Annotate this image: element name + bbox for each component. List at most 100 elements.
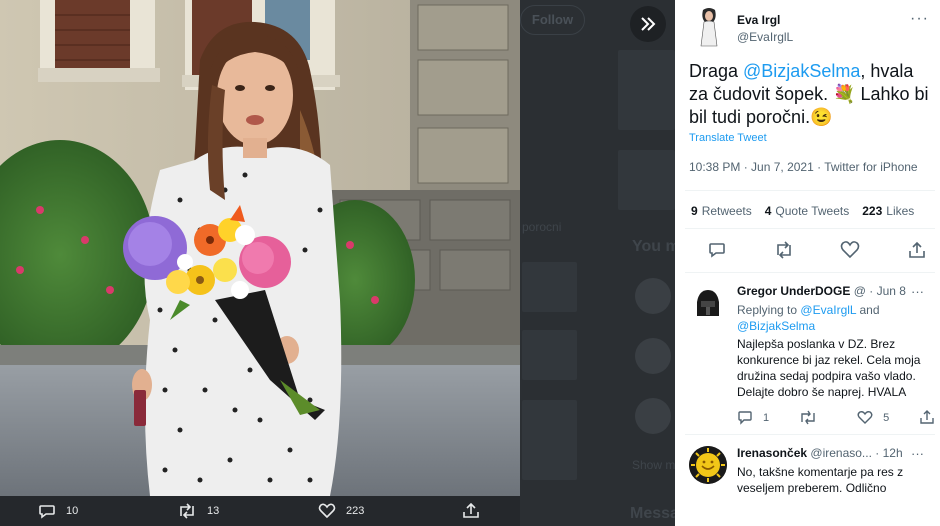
likes-count: 223 (862, 204, 883, 218)
reply-text: Najlepša poslanka v DZ. Brez konkurence … (737, 336, 927, 400)
quote-tweets-stat[interactable]: 4 Quote Tweets (765, 204, 850, 218)
heart-icon (857, 411, 873, 424)
share-icon[interactable] (907, 240, 927, 260)
reply-header: Gregor UnderDOGE @ · Jun 8 (737, 284, 906, 298)
reply-avatar-illustration (689, 446, 727, 484)
retweet-icon[interactable] (774, 240, 794, 260)
background-avatar (635, 338, 671, 374)
more-options-icon[interactable]: ··· (910, 10, 929, 28)
quote-tweets-label: Quote Tweets (775, 204, 850, 218)
photo-illustration (0, 0, 520, 496)
double-chevron-right-icon (641, 17, 656, 31)
reply-date[interactable]: 12h (883, 446, 903, 460)
reply-text-line: No, takšne komentarje pa res z (737, 465, 904, 479)
divider (685, 272, 935, 273)
reply-avatar-illustration (689, 284, 727, 322)
background-card (618, 50, 675, 130)
media-like-count: 223 (346, 505, 365, 517)
background-avatar (635, 278, 671, 314)
background-text: Show m (632, 458, 675, 472)
media-retweet-count: 13 (207, 505, 220, 517)
reply-author-handle[interactable]: @irenaso... (810, 446, 872, 460)
reply-text-line: Najlepša poslanka v DZ. Brez (737, 337, 896, 351)
reply-author-name[interactable]: Irenasonček (737, 446, 807, 460)
background-card (618, 150, 675, 210)
share-icon (920, 410, 934, 424)
heart-icon[interactable] (840, 240, 860, 260)
translate-tweet-link[interactable]: Translate Tweet (689, 132, 767, 144)
tweet-actions (707, 240, 927, 260)
retweet-icon (801, 410, 815, 425)
reply-more-icon[interactable]: ··· (911, 446, 924, 461)
background-avatar (635, 398, 671, 434)
tweet-mention-link[interactable]: @BizjakSelma (743, 61, 860, 81)
retweet-icon (180, 503, 194, 519)
reply-reply-button[interactable]: 1 (737, 410, 769, 425)
reply-text: No, takšne komentarje pa res z veseljem … (737, 464, 927, 496)
tweet-stats: 9 Retweets 4 Quote Tweets 223 Likes (691, 204, 927, 218)
replying-to-mention[interactable]: @EvaIrglL (800, 303, 856, 317)
media-reply-button[interactable]: 10 (38, 503, 78, 519)
media-retweet-button[interactable]: 13 (177, 503, 219, 519)
likes-label: Likes (886, 204, 915, 218)
divider (685, 190, 935, 191)
background-text: Messa (630, 505, 675, 522)
media-action-bar: 10 13 223 (0, 496, 520, 526)
background-text: porocni (522, 220, 562, 234)
reply-like-button[interactable]: 5 (857, 410, 889, 425)
background-follow-button: Follow (520, 5, 585, 35)
reply-author-handle[interactable]: @ (854, 284, 866, 298)
reply-more-icon[interactable]: ··· (911, 284, 924, 299)
background-card (522, 330, 577, 380)
tweet-photo[interactable] (0, 0, 520, 496)
reply-text-line: konkurence bi jaz rekel. Cela moja (737, 353, 921, 367)
author-avatar-illustration (693, 6, 725, 48)
reply-text-line: Delajte dobro še naprej. HVALA (737, 385, 907, 399)
replying-to: Replying to @EvaIrglL and @BizjakSelma (737, 302, 927, 334)
replying-to-mention[interactable]: @BizjakSelma (737, 319, 815, 333)
tweet-source[interactable]: Twitter for iPhone (824, 160, 917, 174)
reply-item[interactable]: Irenasonček @irenaso... · 12h ··· No, ta… (675, 446, 940, 526)
media-reply-count: 10 (66, 505, 79, 517)
quote-tweets-count: 4 (764, 204, 772, 218)
reply-actions: 1 5 (737, 410, 940, 425)
reply-avatar[interactable] (689, 284, 727, 322)
reply-item[interactable]: Gregor UnderDOGE @ · Jun 8 ··· Replying … (675, 284, 940, 434)
tweet-text: Draga @BizjakSelma, hvala za čudovit šop… (689, 60, 934, 129)
reply-reply-count: 1 (763, 411, 770, 424)
author-name[interactable]: Eva Irgl (737, 12, 793, 29)
tweet-time[interactable]: 10:38 PM (689, 160, 740, 174)
share-icon (463, 503, 479, 518)
reply-header: Irenasonček @irenaso... · 12h (737, 446, 903, 460)
retweets-label: Retweets (701, 204, 752, 218)
reply-icon (738, 411, 752, 425)
tweet-author[interactable]: Eva Irgl @EvaIrglL (693, 6, 793, 48)
retweets-count: 9 (691, 204, 698, 218)
tweet-meta: 10:38 PM · Jun 7, 2021 · Twitter for iPh… (689, 160, 918, 174)
reply-date[interactable]: Jun 8 (877, 284, 906, 298)
background-card (522, 400, 577, 480)
media-share-button[interactable] (462, 503, 490, 519)
tweet-detail-panel: Eva Irgl @EvaIrglL ··· Draga @BizjakSelm… (675, 0, 940, 526)
background-heading: You m (632, 238, 675, 255)
reply-avatar[interactable] (689, 446, 727, 484)
divider (685, 434, 935, 435)
reply-icon[interactable] (707, 240, 727, 260)
reply-retweet-button[interactable] (799, 410, 827, 425)
author-avatar[interactable] (693, 6, 725, 48)
reply-like-count: 5 (883, 411, 890, 424)
reply-icon (39, 505, 55, 519)
reply-author-name[interactable]: Gregor UnderDOGE (737, 284, 850, 298)
reply-text-line: veseljem preberem. Odlično (737, 481, 887, 495)
background-card (522, 262, 577, 312)
likes-stat[interactable]: 223 Likes (862, 204, 914, 218)
reply-text-line: družina sedaj podpira vašo vlado. (737, 369, 916, 383)
divider (685, 228, 935, 229)
media-like-button[interactable]: 223 (318, 503, 364, 519)
replying-to-label: Replying to (737, 303, 798, 317)
author-handle[interactable]: @EvaIrglL (737, 29, 793, 46)
tweet-date[interactable]: Jun 7, 2021 (751, 160, 814, 174)
expand-panel-button[interactable] (630, 6, 666, 42)
retweets-stat[interactable]: 9 Retweets (691, 204, 752, 218)
reply-share-button[interactable] (919, 410, 940, 425)
